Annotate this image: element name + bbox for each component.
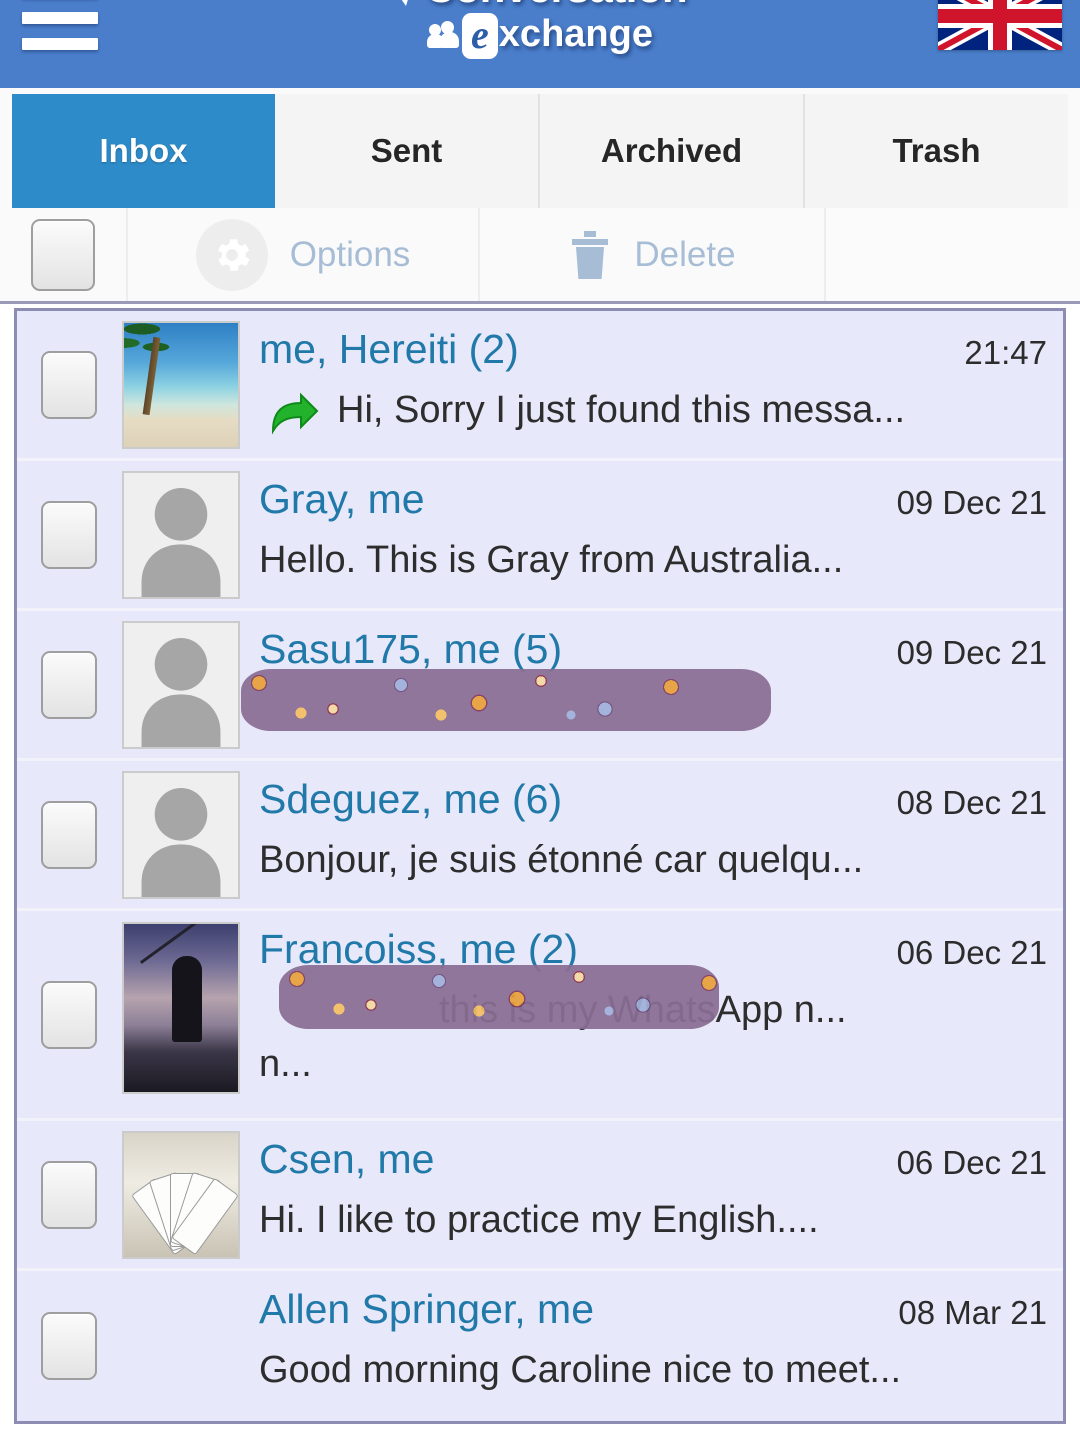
preview-text: this is my WhatsApp n... n... (259, 989, 847, 1085)
default-person-avatar (122, 620, 240, 749)
avatar (121, 917, 241, 1112)
sender-name: Francoiss, me (2) (259, 923, 578, 975)
sender-label: Allen Springer, me (259, 1286, 595, 1332)
select-all-checkbox[interactable] (31, 218, 95, 291)
people-icon (427, 20, 461, 50)
brand-name-line2: xchange (498, 13, 653, 55)
message-count: (6) (512, 776, 563, 822)
avatar (121, 1127, 241, 1262)
row-checkbox-cell[interactable] (17, 617, 121, 752)
row-checkbox[interactable] (41, 350, 97, 419)
tab-archived[interactable]: Archived (540, 94, 805, 208)
avatar (121, 317, 241, 452)
sender-label: Csen, me (259, 1136, 435, 1182)
preview-text-visible: this is my WhatsApp n... (439, 989, 847, 1031)
speech-bubble-icon (393, 0, 423, 6)
row-checkbox[interactable] (41, 500, 97, 569)
row-checkbox[interactable] (41, 650, 97, 719)
table-row[interactable]: Sdeguez, me (6) 08 Dec 21 Bonjour, je su… (17, 761, 1063, 911)
row-checkbox[interactable] (41, 1312, 97, 1380)
message-count: (2) (527, 926, 578, 972)
options-label: Options (289, 234, 411, 274)
avatar (121, 767, 241, 902)
beach-photo-avatar (122, 320, 240, 449)
message-count: (5) (512, 626, 563, 672)
timestamp: 08 Dec 21 (896, 784, 1047, 821)
fisherman-photo-avatar (122, 922, 240, 1094)
row-checkbox-cell[interactable] (17, 467, 121, 602)
table-row[interactable]: Sasu175, me (5) 09 Dec 21 (17, 611, 1063, 761)
row-checkbox-cell[interactable] (17, 767, 121, 902)
playing-cards-photo-avatar (122, 1130, 240, 1259)
avatar (121, 617, 241, 752)
preview-text: Hello. This is Gray from Australia... (259, 539, 844, 581)
avatar (121, 1277, 241, 1415)
tab-sent-label: Sent (370, 132, 443, 169)
row-checkbox-cell[interactable] (17, 917, 121, 1112)
tab-inbox[interactable]: Inbox (12, 94, 275, 208)
timestamp: 09 Dec 21 (896, 484, 1047, 521)
default-person-avatar (122, 470, 240, 599)
sunset-photo-avatar (122, 1282, 240, 1410)
sender-name: Allen Springer, me (259, 1283, 594, 1335)
sender-label: Gray, me (259, 476, 425, 522)
sender-name: Csen, me (259, 1133, 434, 1185)
message-list: me, Hereiti (2) 21:47 Hi, Sorry I just f… (14, 308, 1066, 1424)
tab-inbox-label: Inbox (99, 132, 188, 169)
app-header: Conversation exchange (0, 0, 1080, 88)
list-toolbar: Options Delete (0, 208, 1080, 304)
tab-sent[interactable]: Sent (275, 94, 540, 208)
timestamp: 09 Dec 21 (896, 634, 1047, 671)
message-count: (2) (468, 326, 519, 372)
gear-icon (195, 218, 268, 291)
sender-label: Sdeguez, me (259, 776, 501, 822)
mailbox-tabbar: Inbox Sent Archived Trash (0, 88, 1080, 208)
sender-label: me, Hereiti (259, 326, 458, 372)
toolbar-empty-space (826, 208, 1080, 301)
row-checkbox[interactable] (41, 800, 97, 869)
timestamp: 06 Dec 21 (896, 1144, 1047, 1181)
preview-text: Hi, Sorry I just found this messa... (337, 389, 906, 431)
options-button[interactable]: Options (128, 208, 480, 301)
timestamp: 21:47 (964, 334, 1047, 371)
table-row[interactable]: Francoiss, me (2) 06 Dec 21 this is my W… (17, 911, 1063, 1121)
preview-text: Good morning Caroline nice to meet... (259, 1349, 902, 1391)
select-all-cell[interactable] (0, 208, 128, 301)
table-row[interactable]: Csen, me 06 Dec 21 Hi. I like to practic… (17, 1121, 1063, 1271)
timestamp: 08 Mar 21 (898, 1294, 1047, 1331)
row-checkbox[interactable] (41, 980, 97, 1049)
sender-name: me, Hereiti (2) (259, 323, 519, 375)
brand-e-badge: e (462, 13, 498, 59)
delete-label: Delete (634, 234, 736, 274)
default-person-avatar (122, 770, 240, 899)
preview-text: Bonjour, je suis étonné car quelqu... (259, 839, 864, 881)
sender-name: Sasu175, me (5) (259, 623, 562, 675)
row-checkbox-cell[interactable] (17, 1127, 121, 1262)
avatar (121, 467, 241, 602)
tab-trash-label: Trash (892, 132, 981, 169)
row-checkbox-cell[interactable] (17, 317, 121, 452)
row-checkbox-cell[interactable] (17, 1277, 121, 1415)
uk-flag-icon[interactable] (938, 0, 1062, 50)
tab-archived-label: Archived (600, 132, 743, 169)
sender-label: Francoiss, me (259, 926, 517, 972)
table-row[interactable]: Gray, me 09 Dec 21 Hello. This is Gray f… (17, 461, 1063, 611)
trash-icon (568, 229, 612, 281)
sender-label: Sasu175, me (259, 626, 501, 672)
delete-button[interactable]: Delete (480, 208, 826, 301)
reply-arrow-icon (259, 389, 323, 437)
sender-name: Gray, me (259, 473, 425, 525)
timestamp: 06 Dec 21 (896, 934, 1047, 971)
tab-trash[interactable]: Trash (805, 94, 1068, 208)
sender-name: Sdeguez, me (6) (259, 773, 562, 825)
row-checkbox[interactable] (41, 1160, 97, 1229)
app-logo[interactable]: Conversation exchange (0, 0, 1080, 59)
preview-text: Hi. I like to practice my English.... (259, 1199, 819, 1241)
table-row[interactable]: Allen Springer, me 08 Mar 21 Good mornin… (17, 1271, 1063, 1421)
table-row[interactable]: me, Hereiti (2) 21:47 Hi, Sorry I just f… (17, 311, 1063, 461)
